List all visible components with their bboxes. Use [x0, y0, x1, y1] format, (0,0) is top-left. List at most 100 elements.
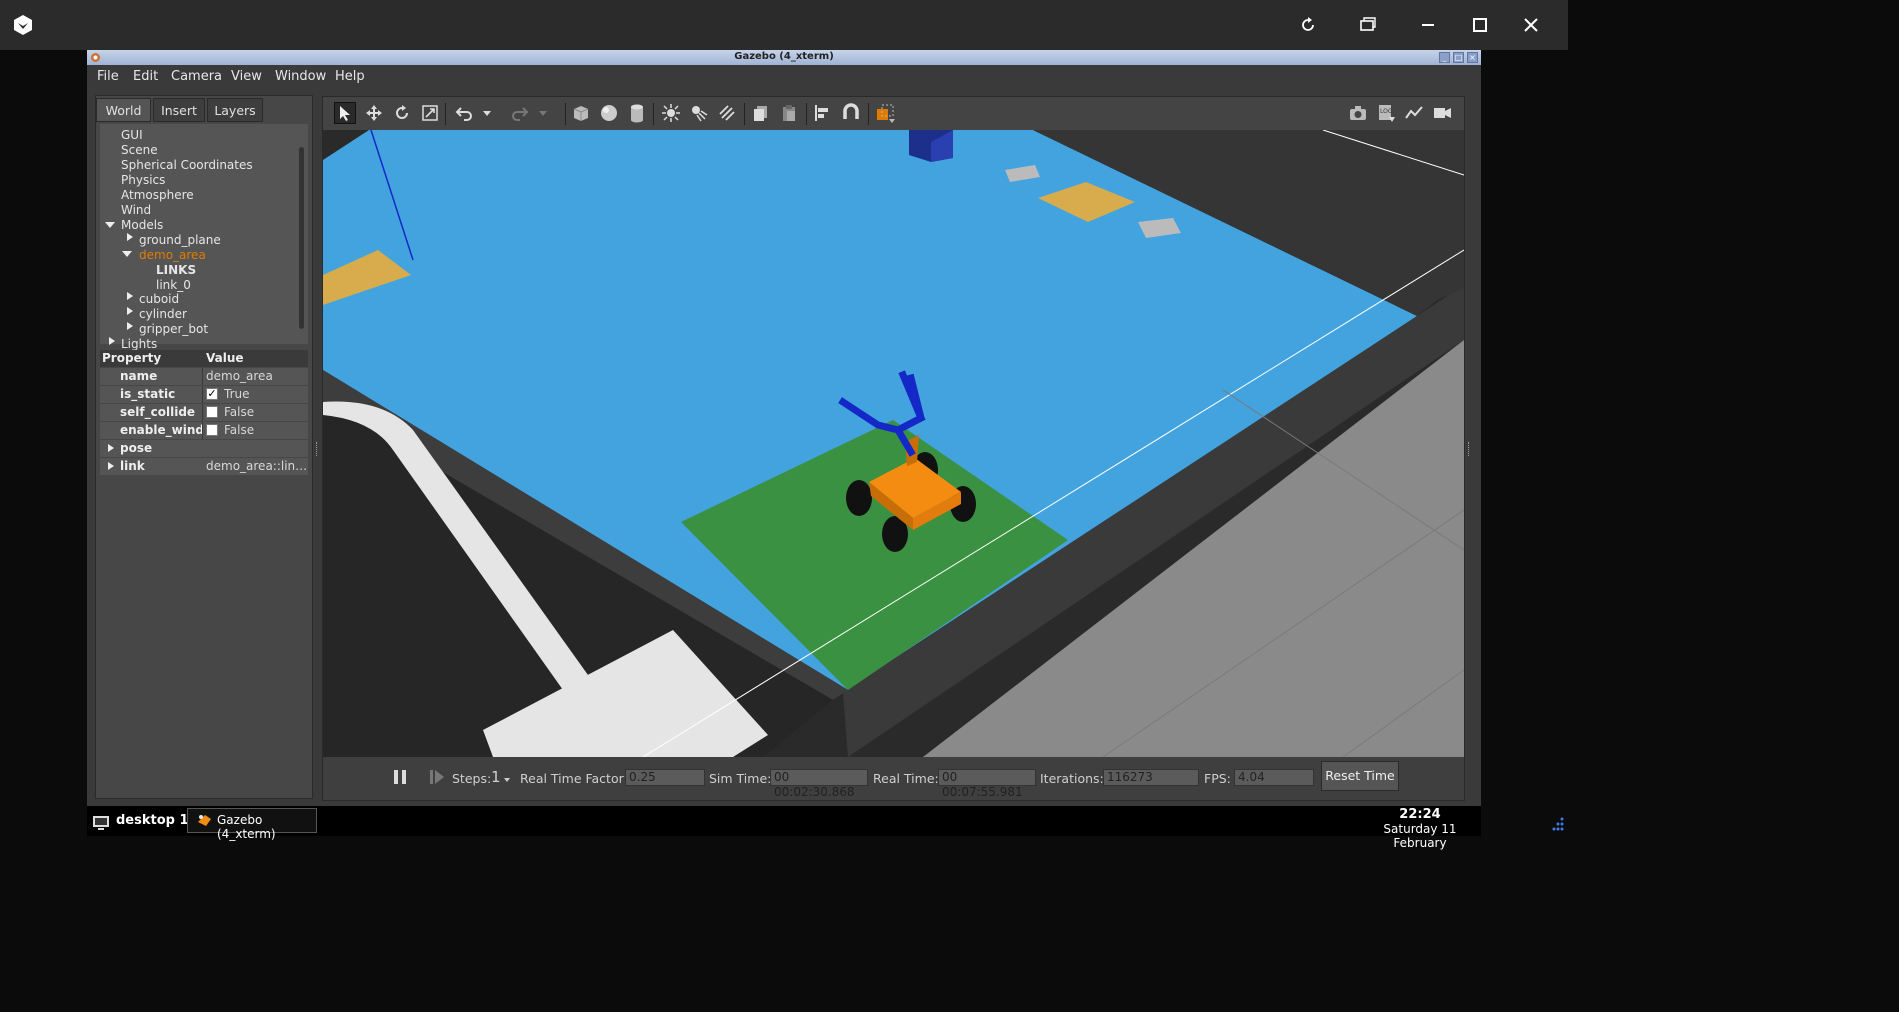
enable-wind-checkbox[interactable] — [206, 424, 218, 436]
spot-light-icon[interactable] — [688, 102, 710, 124]
plot-icon[interactable] — [1403, 102, 1425, 124]
expand-gripper-bot-icon[interactable] — [127, 322, 133, 330]
paste-icon[interactable] — [778, 102, 800, 124]
task-label: Gazebo (4_xterm) — [217, 813, 276, 841]
menu-view[interactable]: View — [231, 69, 262, 84]
directional-light-icon[interactable] — [716, 102, 738, 124]
self-collide-checkbox[interactable] — [206, 406, 218, 418]
menu-help[interactable]: Help — [335, 69, 365, 84]
property-key: link — [120, 459, 145, 473]
screenshot-icon[interactable] — [1347, 102, 1369, 124]
gazebo-window: Gazebo (4_xterm) _ □ × File Edit Camera … — [87, 50, 1481, 806]
property-row-link[interactable]: link demo_area::lin… — [100, 458, 308, 475]
tree-item-models[interactable]: Models — [121, 218, 163, 232]
maximize-icon[interactable] — [1468, 13, 1492, 37]
tree-item-cylinder[interactable]: cylinder — [139, 307, 187, 321]
tree-scrollbar[interactable] — [299, 147, 304, 329]
redo-icon[interactable] — [509, 102, 531, 124]
menu-camera[interactable]: Camera — [171, 69, 222, 84]
scene-view[interactable] — [323, 130, 1464, 757]
right-splitter-handle[interactable] — [1468, 442, 1471, 456]
copy-icon[interactable] — [750, 102, 772, 124]
clock-time: 22:24 — [1399, 807, 1441, 822]
taskbar-item-gazebo[interactable]: Gazebo (4_xterm) — [187, 808, 317, 841]
tree-item-spherical-coordinates[interactable]: Spherical Coordinates — [121, 158, 253, 172]
tab-insert[interactable]: Insert — [153, 98, 205, 122]
tree-item-link-0[interactable]: link_0 — [156, 278, 191, 292]
robot-wheel — [846, 480, 872, 516]
window-close-button[interactable]: × — [1467, 52, 1478, 63]
translate-icon[interactable] — [363, 102, 385, 124]
property-row-enable-wind[interactable]: enable_wind False — [100, 422, 308, 439]
select-arrow-icon[interactable] — [334, 102, 356, 124]
fps-field: 4.04 — [1234, 769, 1314, 786]
video-icon[interactable] — [1431, 102, 1453, 124]
left-splitter-handle[interactable] — [316, 442, 319, 456]
window-title: Gazebo (4_xterm) — [734, 51, 834, 62]
desktop-menu-icon[interactable] — [92, 815, 110, 831]
step-icon[interactable] — [429, 769, 445, 785]
refresh-icon[interactable] — [1296, 13, 1320, 37]
window-maximize-button[interactable]: □ — [1453, 52, 1464, 63]
expand-cuboid-icon[interactable] — [127, 292, 133, 300]
desktop-label[interactable]: desktop 1 — [116, 813, 189, 828]
expand-link-icon[interactable] — [108, 462, 114, 470]
property-row-is-static[interactable]: is_static ✓ True — [100, 386, 308, 403]
redo-dropdown-icon[interactable] — [537, 102, 549, 124]
view-angle-icon[interactable] — [874, 102, 896, 124]
tree-item-gripper-bot[interactable]: gripper_bot — [139, 322, 208, 336]
align-icon[interactable] — [812, 102, 834, 124]
tree-item-atmosphere[interactable]: Atmosphere — [121, 188, 194, 202]
tree-item-cuboid[interactable]: cuboid — [139, 292, 179, 306]
undo-dropdown-icon[interactable] — [481, 102, 493, 124]
menu-edit[interactable]: Edit — [133, 69, 158, 84]
expand-ground-plane-icon[interactable] — [127, 233, 133, 241]
property-value[interactable]: demo_area — [206, 369, 273, 383]
tree-item-lights[interactable]: Lights — [121, 337, 157, 351]
simulation-status-bar: Steps: 1 Real Time Factor: 0.25 Sim Time… — [323, 757, 1464, 800]
restore-windows-icon[interactable] — [1356, 13, 1380, 37]
expand-demo-area-icon[interactable] — [122, 251, 132, 257]
tree-item-wind[interactable]: Wind — [121, 203, 151, 217]
tab-layers[interactable]: Layers — [207, 98, 263, 122]
menu-window[interactable]: Window — [275, 69, 326, 84]
sphere-shape-icon[interactable] — [598, 102, 620, 124]
window-minimize-button[interactable]: _ — [1439, 52, 1450, 63]
iterations-field: 116273 — [1103, 769, 1199, 786]
log-icon[interactable]: LOG — [1375, 102, 1397, 124]
window-titlebar[interactable]: Gazebo (4_xterm) _ □ × — [87, 50, 1481, 65]
scale-icon[interactable] — [419, 102, 441, 124]
steps-dropdown-icon[interactable] — [503, 777, 511, 783]
real-time-factor-label: Real Time Factor: — [520, 771, 628, 786]
undo-icon[interactable] — [453, 102, 475, 124]
menu-file[interactable]: File — [97, 69, 119, 84]
tree-item-ground-plane[interactable]: ground_plane — [139, 233, 221, 247]
property-row-self-collide[interactable]: self_collide False — [100, 404, 308, 421]
close-icon[interactable] — [1519, 13, 1543, 37]
tree-item-physics[interactable]: Physics — [121, 173, 165, 187]
expand-cylinder-icon[interactable] — [127, 307, 133, 315]
resize-grip-icon[interactable] — [1549, 816, 1565, 832]
app-logo-icon[interactable] — [11, 13, 35, 37]
expand-models-icon[interactable] — [105, 222, 115, 228]
box-shape-icon[interactable] — [570, 102, 592, 124]
fps-label: FPS: — [1204, 771, 1231, 786]
rotate-icon[interactable] — [391, 102, 413, 124]
is-static-checkbox[interactable]: ✓ — [206, 388, 218, 400]
tree-item-gui[interactable]: GUI — [121, 128, 143, 142]
tab-world[interactable]: World — [96, 98, 151, 122]
snap-icon[interactable] — [840, 102, 862, 124]
reset-time-button[interactable]: Reset Time — [1321, 761, 1399, 791]
tree-item-demo-area-selected[interactable]: demo_area — [139, 248, 206, 262]
steps-value[interactable]: 1 — [491, 768, 501, 786]
point-light-icon[interactable] — [660, 102, 682, 124]
pause-icon[interactable] — [393, 769, 407, 785]
property-row-pose[interactable]: pose — [100, 440, 308, 457]
cylinder-shape-icon[interactable] — [626, 102, 648, 124]
expand-lights-icon[interactable] — [109, 337, 115, 345]
property-row-name[interactable]: name demo_area — [100, 368, 308, 385]
minimize-icon[interactable] — [1416, 13, 1440, 37]
tree-item-scene[interactable]: Scene — [121, 143, 158, 157]
property-header: Property Value — [100, 350, 308, 367]
expand-pose-icon[interactable] — [108, 444, 114, 452]
